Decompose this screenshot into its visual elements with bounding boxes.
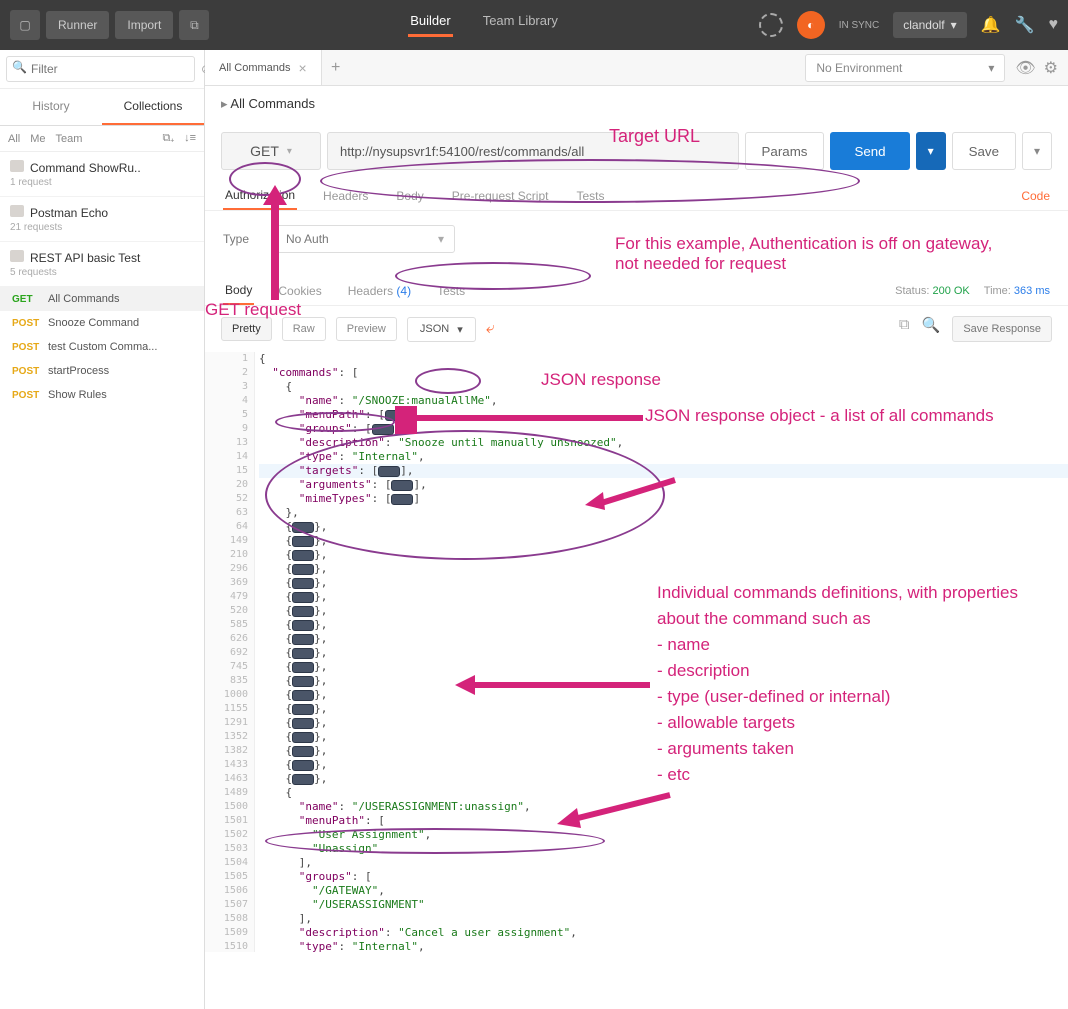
wrap-toggle-icon[interactable]: ⤶ [486,320,495,338]
authorization-tab[interactable]: Authorization [223,182,297,210]
tab-label: All Commands [219,62,291,74]
toggle-sidebar-icon[interactable]: ▢ [10,10,40,40]
save-options-caret[interactable]: ▾ [1022,132,1052,170]
notifications-icon[interactable]: 🔔 [981,15,1001,35]
sidebar-request-item[interactable]: POSTShow Rules [0,383,204,407]
env-settings-icon[interactable]: ⚙ [1044,58,1058,78]
url-input[interactable] [327,132,739,170]
add-tab-button[interactable]: + [322,59,350,77]
filter-all[interactable]: All [8,133,20,145]
resp-headers-tab[interactable]: Headers (4) [346,278,413,304]
collections-tab[interactable]: Collections [102,89,204,125]
auth-type-label: Type [223,232,249,246]
copy-response-icon[interactable]: ⧉ [899,316,910,342]
sort-icon[interactable]: ↓≡ [184,132,196,145]
raw-button[interactable]: Raw [282,317,326,341]
resp-tests-tab[interactable]: Tests [435,278,467,304]
resp-cookies-tab[interactable]: Cookies [276,278,323,304]
env-quicklook-icon[interactable]: 👁 [1015,58,1035,78]
response-code-area[interactable]: 1234591314152052636414921029636947952058… [205,352,1068,952]
request-tab[interactable]: All Commands × [205,50,322,85]
builder-tab[interactable]: Builder [408,13,452,37]
collection-item[interactable]: REST API basic Test5 requests [0,242,204,287]
collection-item[interactable]: Postman Echo21 requests [0,197,204,242]
save-button[interactable]: Save [952,132,1016,170]
pretty-button[interactable]: Pretty [221,317,272,341]
heart-icon[interactable]: ♥ [1049,16,1059,34]
format-dropdown[interactable]: JSON▾ [407,317,476,342]
close-tab-icon[interactable]: × [299,60,307,76]
resp-body-tab[interactable]: Body [223,277,254,305]
send-options-caret[interactable]: ▾ [916,132,946,170]
breadcrumb: All Commands [230,96,315,111]
auth-type-dropdown[interactable]: No Auth▾ [275,225,455,253]
runner-button[interactable]: Runner [46,11,109,39]
sidebar-request-item[interactable]: POSTtest Custom Comma... [0,335,204,359]
sync-label: IN SYNC [839,20,880,31]
search-icon: 🔍 [12,60,27,74]
preview-button[interactable]: Preview [336,317,397,341]
team-library-tab[interactable]: Team Library [481,13,560,37]
search-response-icon[interactable]: 🔍 [922,316,941,342]
save-response-button[interactable]: Save Response [952,316,1052,342]
sidebar-request-item[interactable]: GETAll Commands [0,287,204,311]
code-link[interactable]: Code [1021,189,1050,203]
method-dropdown[interactable]: GET▾ [221,132,321,170]
body-tab[interactable]: Body [394,183,425,209]
filter-me[interactable]: Me [30,133,45,145]
sidebar-request-item[interactable]: POSTstartProcess [0,359,204,383]
settings-icon[interactable]: 🔧 [1015,15,1035,35]
agent-icon: ◐ [797,11,825,39]
sync-icon [759,13,783,37]
collection-item[interactable]: Command ShowRu..1 request [0,152,204,197]
prescript-tab[interactable]: Pre-request Script [450,183,551,209]
headers-tab[interactable]: Headers [321,183,370,209]
sidebar-request-item[interactable]: POSTSnooze Command [0,311,204,335]
user-dropdown[interactable]: clandolf▾ [893,12,966,38]
filter-team[interactable]: Team [56,133,83,145]
environment-dropdown[interactable]: No Environment▾ [805,54,1005,82]
import-button[interactable]: Import [115,11,173,39]
new-tab-icon[interactable]: ⧉ [179,10,209,40]
send-button[interactable]: Send [830,132,909,170]
filter-input[interactable] [6,56,195,82]
tests-tab[interactable]: Tests [574,183,606,209]
params-button[interactable]: Params [745,132,825,170]
history-tab[interactable]: History [0,89,102,125]
new-collection-icon[interactable]: ⧉₊ [162,132,174,145]
